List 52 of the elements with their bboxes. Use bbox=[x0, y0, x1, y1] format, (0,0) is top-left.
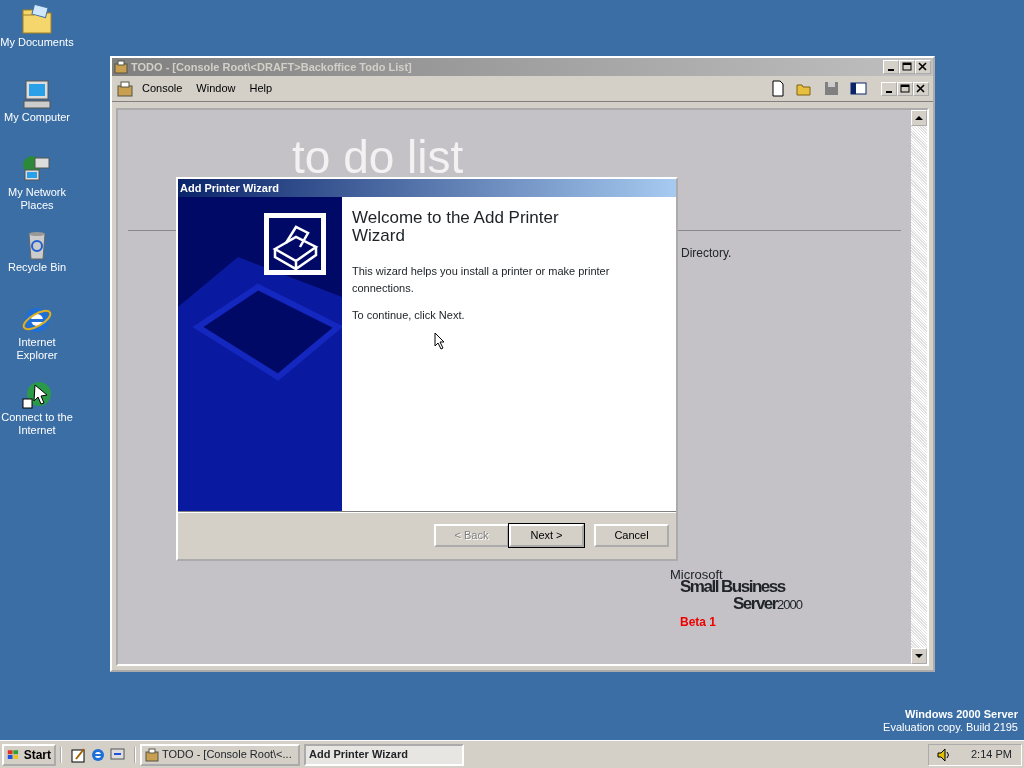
notepad-pencil-icon[interactable] bbox=[70, 746, 86, 763]
logo-product-name: Server bbox=[733, 595, 777, 612]
speaker-icon[interactable] bbox=[937, 747, 951, 762]
minimize-button[interactable] bbox=[883, 60, 899, 74]
maximize-icon bbox=[902, 62, 912, 72]
globe-cursor-icon[interactable] bbox=[21, 379, 53, 411]
taskbar-button[interactable]: Add Printer Wizard bbox=[304, 743, 464, 766]
desktop-icon-label[interactable]: My Computer bbox=[4, 111, 70, 124]
app-icon bbox=[145, 747, 159, 762]
console-icon bbox=[116, 79, 134, 98]
desktop-note: Windows 2000 Server bbox=[904, 708, 1018, 721]
maximize-button[interactable] bbox=[899, 60, 915, 74]
wizard-heading: Welcome to the Add Printer Wizard bbox=[352, 209, 560, 245]
desktop-icon-label[interactable]: Internet Explorer bbox=[0, 336, 74, 362]
maximize-icon bbox=[900, 83, 910, 94]
app-icon bbox=[114, 60, 128, 74]
vertical-scrollbar[interactable] bbox=[911, 110, 927, 664]
folder-icon[interactable] bbox=[21, 4, 53, 36]
minimize-button[interactable] bbox=[881, 81, 897, 96]
close-button[interactable] bbox=[915, 60, 931, 74]
maximize-button[interactable] bbox=[897, 81, 913, 96]
computer-icon[interactable] bbox=[21, 79, 53, 111]
body-text: Directory. bbox=[681, 245, 732, 262]
beta-label: Beta 1 bbox=[680, 616, 718, 628]
close-button[interactable] bbox=[913, 81, 929, 96]
wizard-button[interactable]: Cancel bbox=[594, 524, 669, 547]
taskbar-button[interactable]: TODO - [Console Root\<... bbox=[140, 743, 300, 766]
desktop-note: Evaluation copy. Build 2195 bbox=[883, 721, 1018, 734]
window-title: TODO - [Console Root\<DRAFT>Backoffice Todo List] bbox=[131, 59, 413, 75]
desktop-icon-label[interactable]: My Network Places bbox=[0, 186, 74, 212]
start-button[interactable]: Start bbox=[2, 743, 56, 766]
wizard-button[interactable]: Next > bbox=[509, 524, 584, 547]
windows-logo-icon bbox=[7, 747, 20, 762]
mouse-pointer-icon bbox=[434, 331, 446, 350]
new-document-icon[interactable] bbox=[769, 80, 786, 97]
menu-item[interactable]: Help bbox=[243, 78, 279, 99]
desktop-icon-label[interactable]: My Documents bbox=[0, 36, 74, 49]
wizard-text: This wizard helps you install a printer or make printer connections. bbox=[352, 264, 611, 296]
close-icon bbox=[918, 62, 928, 72]
logo-year: 2000 bbox=[776, 598, 802, 611]
close-icon bbox=[916, 83, 926, 94]
browser-e-icon[interactable] bbox=[90, 746, 106, 763]
minimize-icon bbox=[886, 90, 892, 93]
menu-item[interactable]: Console bbox=[136, 78, 189, 99]
wizard-text: To continue, click Next. bbox=[352, 308, 466, 323]
dialog-title: Add Printer Wizard bbox=[180, 180, 279, 196]
minimize-icon bbox=[888, 69, 894, 71]
desktop-icon-label[interactable]: Connect to the Internet bbox=[0, 411, 74, 437]
menu-item[interactable]: Window bbox=[190, 78, 242, 99]
clock: 2:14 PM bbox=[971, 747, 1012, 763]
panel-icon[interactable] bbox=[850, 80, 867, 97]
desktop-icon-label[interactable]: Recycle Bin bbox=[7, 261, 67, 274]
